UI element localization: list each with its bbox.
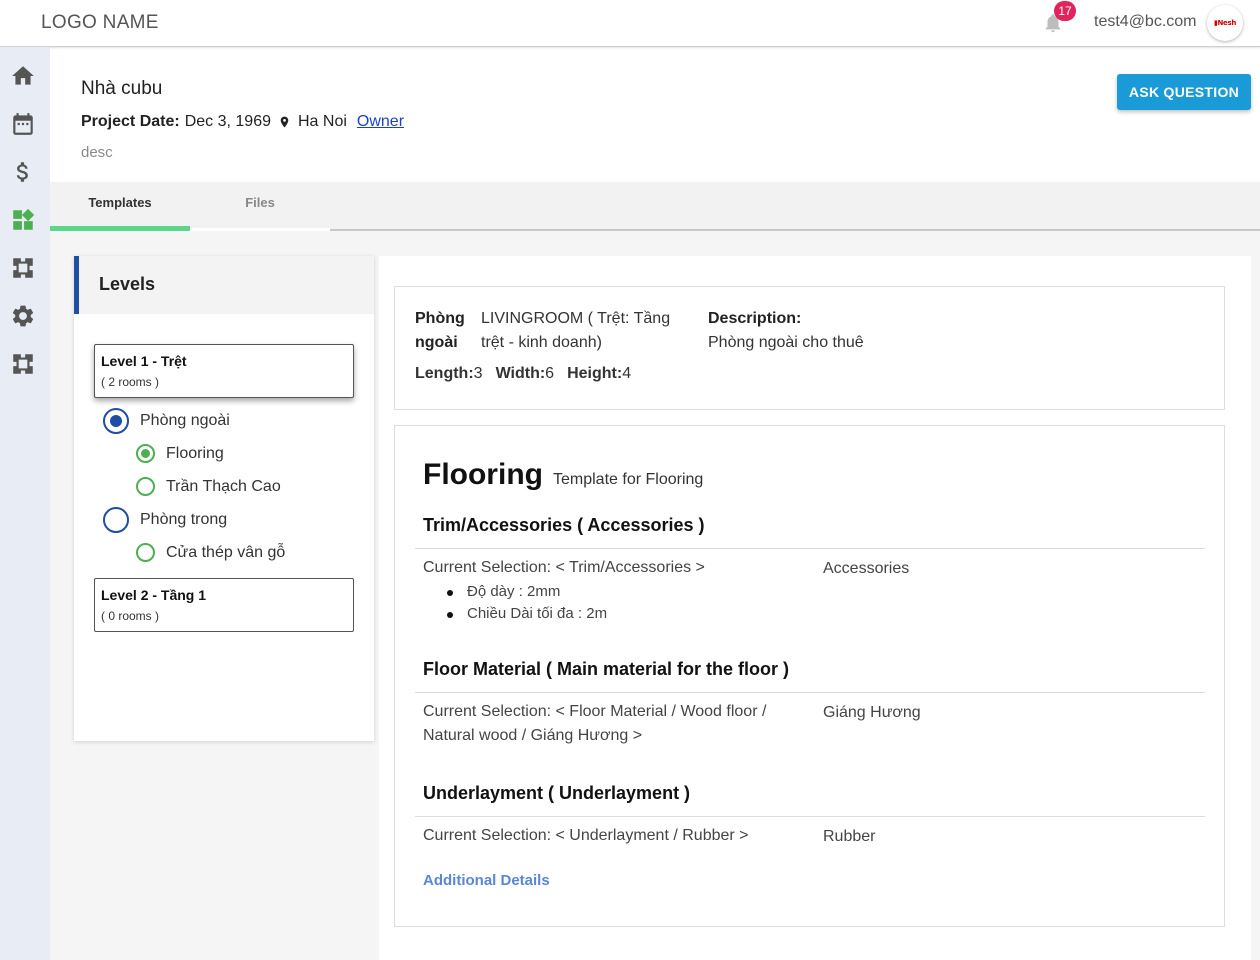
ask-question-button[interactable]: ASK QUESTION: [1117, 74, 1251, 110]
divider: [415, 816, 1205, 817]
sidebar-item-modules-2[interactable]: [9, 350, 37, 378]
height-value: 4: [622, 365, 632, 382]
details-panel: Phòng ngoài LIVINGROOM ( Trệt: Tầng trệt…: [379, 256, 1251, 960]
template-card: Flooring Template for Flooring Trim/Acce…: [394, 425, 1225, 927]
project-meta: Project Date: Dec 3, 1969 Ha Noi Owner: [81, 113, 404, 131]
description-label: Description:: [708, 310, 802, 327]
owner-link[interactable]: Owner: [357, 113, 404, 131]
room-label: Phòng trong: [140, 511, 228, 528]
puzzle-icon: [13, 354, 33, 374]
room-name: LIVINGROOM ( Trệt: Tầng trệt - kinh doan…: [481, 310, 671, 351]
divider: [415, 548, 1205, 549]
additional-details-link[interactable]: Additional Details: [423, 872, 550, 889]
width-label: Width:: [495, 365, 546, 382]
radio-button[interactable]: [136, 543, 155, 562]
detail-list: Độ dày : 2mm Chiều Dài tối đa : 2m: [445, 581, 607, 625]
template-radio-cua-thep[interactable]: Cửa thép vân gỗ: [136, 543, 285, 562]
levels-header: Levels: [74, 256, 374, 314]
selection-value: Giáng Hương: [823, 704, 921, 721]
list-item: Chiều Dài tối đa : 2m: [445, 603, 607, 625]
section-title: Floor Material ( Main material for the f…: [423, 659, 790, 679]
project-date: Dec 3, 1969: [184, 113, 271, 130]
tab-bar: Templates Files: [50, 182, 1260, 231]
sidebar-item-modules[interactable]: [9, 254, 37, 282]
levels-title: Levels: [99, 274, 156, 294]
length-value: 3: [473, 365, 483, 382]
radio-button[interactable]: [103, 507, 129, 533]
logo[interactable]: LOGO NAME: [41, 12, 159, 34]
level-room-count: ( 0 rooms ): [101, 609, 160, 623]
widgets-icon: [13, 208, 35, 230]
width-value: 6: [545, 365, 555, 382]
tab-templates[interactable]: Templates: [50, 182, 190, 231]
calendar-icon: [13, 113, 33, 135]
radio-button[interactable]: [103, 408, 129, 434]
room-radio-phong-trong[interactable]: Phòng trong: [103, 507, 227, 533]
sidebar-item-home[interactable]: [9, 62, 37, 90]
radio-button[interactable]: [136, 477, 155, 496]
template-label: Trần Thạch Cao: [166, 477, 281, 495]
user-email[interactable]: test4@bc.com: [1094, 13, 1197, 31]
tab-files[interactable]: Files: [190, 182, 330, 231]
room-dimensions: Length: 3 Width: 6 Height: 4: [415, 365, 644, 383]
project-title: Nhà cubu: [81, 78, 163, 99]
length-label: Length:: [415, 365, 474, 382]
description-text: Phòng ngoài cho thuê: [708, 334, 864, 351]
project-date-label: Project Date:: [81, 113, 180, 130]
template-title: Flooring: [423, 458, 543, 491]
level-name: Level 2 - Tầng 1: [101, 587, 207, 603]
levels-panel: Levels Level 1 - Trệt ( 2 rooms ) Phòng …: [74, 256, 374, 741]
list-item: Độ dày : 2mm: [445, 581, 607, 603]
current-selection: Current Selection: < Trim/Accessories >: [423, 559, 705, 576]
avatar-logo-icon: ▮Nesh: [1213, 19, 1237, 27]
selection-value: Rubber: [823, 828, 876, 845]
home-icon: [12, 66, 34, 85]
gear-icon: [12, 305, 34, 327]
template-subtitle: Template for Flooring: [553, 471, 704, 488]
notification-badge: 17: [1054, 1, 1076, 21]
room-card: Phòng ngoài LIVINGROOM ( Trệt: Tầng trệt…: [394, 286, 1225, 410]
template-label: Flooring: [166, 444, 224, 462]
level-item[interactable]: Level 2 - Tầng 1 ( 0 rooms ): [94, 578, 354, 632]
sidebar-item-templates[interactable]: [9, 206, 37, 234]
template-label: Cửa thép vân gỗ: [166, 543, 286, 561]
divider: [415, 692, 1205, 693]
project-location: Ha Noi: [297, 113, 347, 130]
sidebar-item-finance[interactable]: [9, 158, 37, 186]
sidebar-item-calendar[interactable]: [9, 110, 37, 138]
puzzle-icon: [13, 258, 33, 278]
level-item[interactable]: Level 1 - Trệt ( 2 rooms ): [94, 344, 354, 398]
template-radio-tran-thach-cao[interactable]: Trần Thạch Cao: [136, 477, 281, 496]
level-name: Level 1 - Trệt: [101, 353, 187, 369]
location-pin-icon: [280, 116, 289, 128]
radio-button[interactable]: [136, 444, 155, 463]
section-title: Trim/Accessories ( Accessories ): [423, 515, 705, 535]
top-bar: LOGO NAME 17 test4@bc.com ▮Nesh: [0, 0, 1260, 47]
project-description: desc: [81, 144, 113, 161]
sidebar-item-settings[interactable]: [9, 302, 37, 330]
sidebar: [0, 47, 50, 960]
room-label: Phòng ngoài: [415, 310, 465, 351]
current-selection: Current Selection: < Floor Material / Wo…: [423, 703, 767, 744]
level-room-count: ( 2 rooms ): [101, 375, 160, 389]
current-selection: Current Selection: < Underlayment / Rubb…: [423, 827, 749, 844]
avatar[interactable]: ▮Nesh: [1207, 5, 1243, 41]
selection-value: Accessories: [823, 560, 910, 577]
room-label: Phòng ngoài: [140, 412, 230, 429]
section-title: Underlayment ( Underlayment ): [423, 783, 691, 803]
room-radio-phong-ngoai[interactable]: Phòng ngoài: [103, 408, 230, 434]
height-label: Height:: [567, 365, 623, 382]
template-radio-flooring[interactable]: Flooring: [136, 444, 224, 463]
dollar-icon: [16, 162, 28, 182]
